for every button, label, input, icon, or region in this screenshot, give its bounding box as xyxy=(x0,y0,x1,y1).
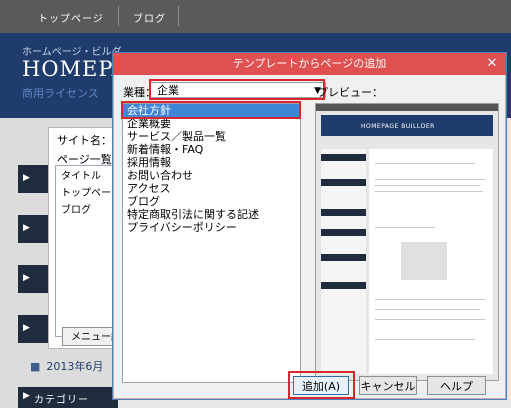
highlight-selected-template xyxy=(121,101,301,119)
preview-label: プレビュー： xyxy=(317,86,383,99)
template-item[interactable]: プライバシーポリシー xyxy=(123,221,300,234)
add-page-from-template-dialog: テンプレートからページの追加 ✕ 業種： 企業 ▼ 会社方針 企業概要 サービス… xyxy=(112,52,507,400)
chevron-icon: ▶ xyxy=(23,273,30,283)
preview-main xyxy=(369,149,493,374)
highlight-industry xyxy=(149,79,325,100)
bullet-icon: ■ xyxy=(30,360,41,373)
template-item[interactable]: 特定商取引法に関する記述 xyxy=(123,208,300,221)
preview-text-line xyxy=(375,163,475,164)
chevron-icon: ▶ xyxy=(23,173,30,183)
category-label: カテゴリー xyxy=(34,395,89,406)
preview-text-line xyxy=(375,191,483,192)
category-bar: ▶ カテゴリー xyxy=(18,387,118,408)
site-nav-bar: トップページ ブログ xyxy=(0,0,511,34)
dialog-titlebar[interactable]: テンプレートからページの追加 ✕ xyxy=(113,53,506,75)
template-item[interactable]: お問い合わせ xyxy=(123,169,300,182)
preview-text-line xyxy=(375,319,485,320)
cancel-button[interactable]: キャンセル xyxy=(359,376,417,395)
preview-text-line xyxy=(375,179,485,180)
preview-text-line xyxy=(375,185,480,186)
nav-top-page[interactable]: トップページ xyxy=(38,10,104,25)
dialog-title: テンプレートからページの追加 xyxy=(232,57,387,70)
preview-text-line xyxy=(375,309,480,310)
preview-text-line xyxy=(375,339,475,340)
preview-title: HOMEPAGE BUILLDER xyxy=(361,123,435,130)
chevron-icon: ▶ xyxy=(23,391,31,401)
nav-separator xyxy=(178,6,179,26)
preview-header: HOMEPAGE BUILLDER xyxy=(321,115,493,136)
header-link[interactable]: 商用ライセンス xyxy=(22,85,99,101)
chevron-icon: ▶ xyxy=(23,223,30,233)
template-item[interactable]: 新着情報・FAQ xyxy=(123,143,300,156)
archive-link[interactable]: ■ 2013年6月 xyxy=(30,358,103,374)
template-preview: HOMEPAGE BUILLDER xyxy=(315,103,499,381)
preview-sidebar-bar xyxy=(321,229,366,236)
template-item[interactable]: ブログ xyxy=(123,195,300,208)
preview-sidebar-bar xyxy=(321,154,366,161)
preview-nav xyxy=(316,104,498,111)
template-list[interactable]: 会社方針 企業概要 サービス／製品一覧 新着情報・FAQ 採用情報 お問い合わせ… xyxy=(122,103,301,383)
preview-sidebar-bar xyxy=(321,209,366,216)
preview-text-line xyxy=(375,299,485,300)
template-item[interactable]: サービス／製品一覧 xyxy=(123,130,300,143)
nav-separator xyxy=(118,6,119,26)
preview-sidebar-bar xyxy=(321,179,366,186)
template-item[interactable]: 採用情報 xyxy=(123,156,300,169)
preview-sidebar-bar xyxy=(321,254,366,261)
header-subtitle: ホームページ・ビルダ xyxy=(22,47,122,58)
archive-month: 2013年6月 xyxy=(46,360,104,373)
close-icon[interactable]: ✕ xyxy=(484,56,500,72)
preview-text-line xyxy=(375,227,435,228)
nav-blog[interactable]: ブログ xyxy=(133,10,166,25)
highlight-add-button xyxy=(288,371,355,399)
help-button[interactable]: ヘルプ xyxy=(427,376,486,395)
chevron-icon: ▶ xyxy=(23,323,30,333)
template-item[interactable]: アクセス xyxy=(123,182,300,195)
preview-image-placeholder xyxy=(401,242,447,280)
preview-sidebar-bar xyxy=(321,282,366,289)
